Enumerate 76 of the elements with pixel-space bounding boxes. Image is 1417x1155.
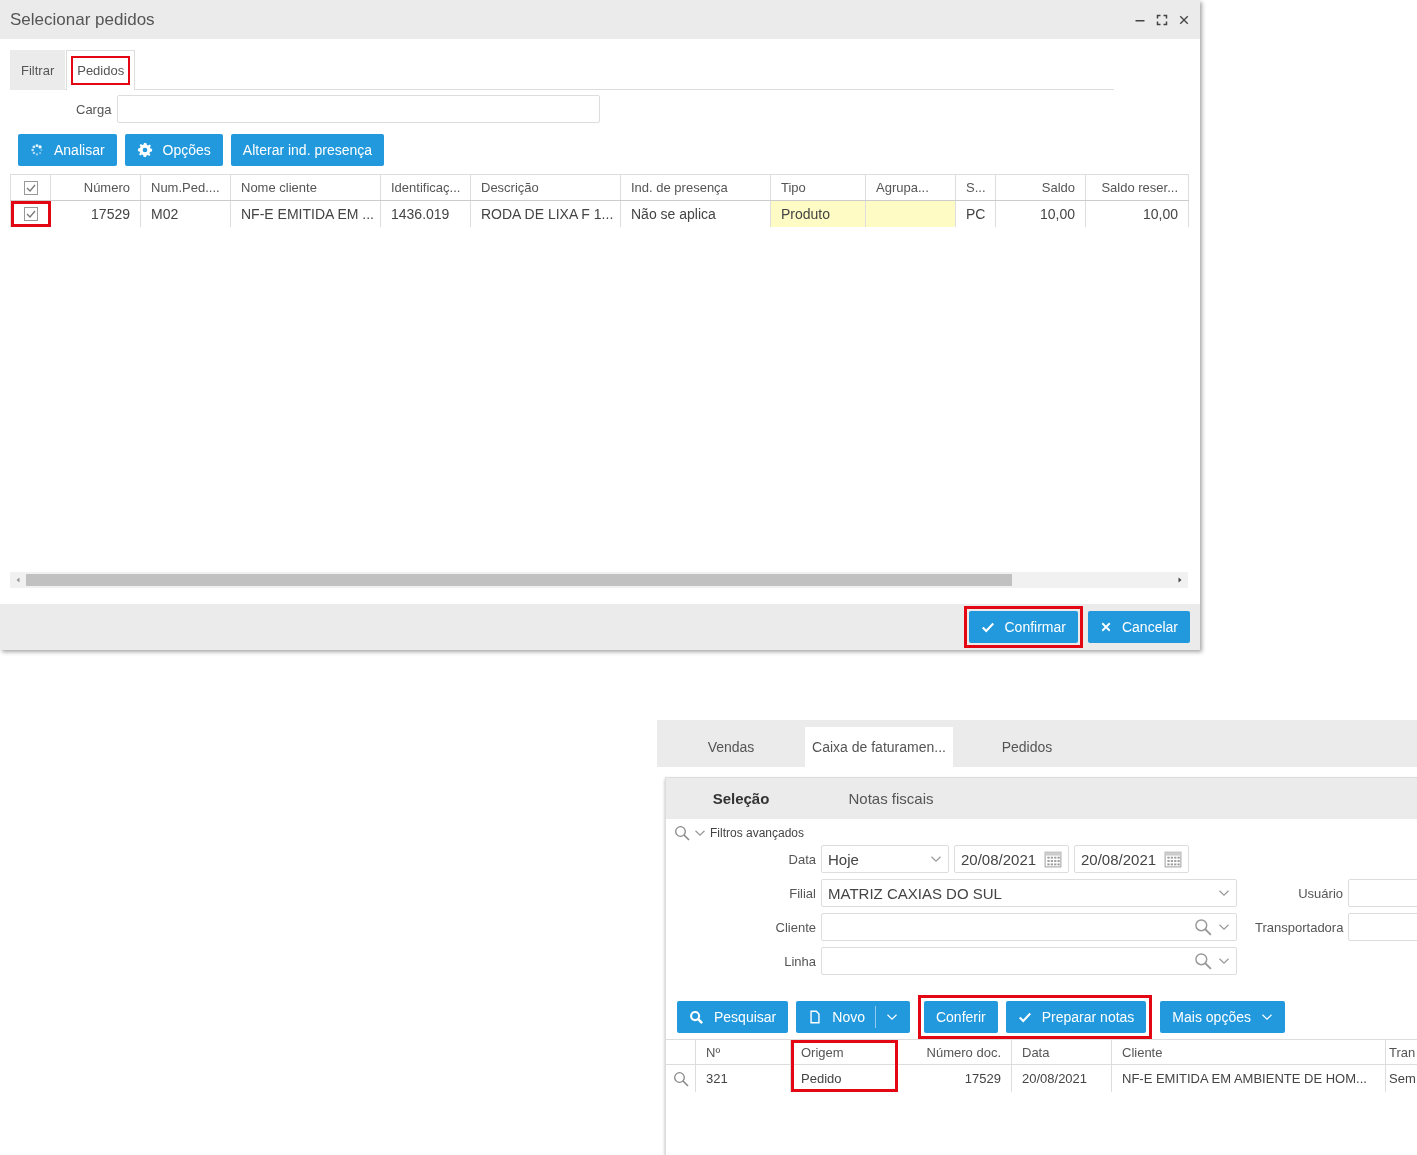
column-header[interactable]: Tran [1386, 1040, 1417, 1065]
table-cell: RODA DE LIXA F 1... [470, 200, 621, 227]
column-header[interactable]: Nº [696, 1040, 790, 1065]
table-cell: 10,00 [1085, 200, 1189, 227]
table-cell: M02 [140, 200, 231, 227]
tab[interactable]: Vendas [657, 727, 805, 767]
lookup-field[interactable] [821, 913, 1237, 941]
column-header[interactable]: Num.Ped.... [140, 174, 231, 201]
table-cell: 10,00 [995, 200, 1086, 227]
check-icon [980, 620, 995, 634]
document-icon [808, 1010, 823, 1024]
field-label: Filial [788, 885, 816, 901]
column-header[interactable]: Número [50, 174, 141, 201]
table-cell-text: Pedido [800, 1070, 843, 1088]
tab[interactable]: Pedidos [953, 727, 1101, 767]
column-header[interactable]: Agrupa... [865, 174, 956, 201]
table-cell: 17529 [50, 200, 141, 227]
calendar-icon [1164, 850, 1182, 868]
table-cell-text: Sem [1388, 1070, 1417, 1088]
column-header[interactable]: Descrição [470, 174, 621, 201]
select-field[interactable]: Hoje [821, 845, 949, 873]
check-icon [1017, 1010, 1032, 1024]
column-header[interactable]: Data [1012, 1040, 1111, 1065]
column-header[interactable]: Identificaç... [380, 174, 471, 201]
settings-icon [136, 142, 153, 158]
column-header[interactable]: Saldo reser... [1085, 174, 1189, 201]
search-icon [672, 1070, 689, 1087]
tab[interactable]: Caixa de faturamen... [805, 727, 953, 767]
column-header[interactable]: Origem [791, 1040, 897, 1065]
table-cell-text: 321 [705, 1070, 729, 1088]
search-icon [689, 1009, 704, 1025]
tab[interactable]: Pedidos [66, 50, 136, 90]
table-cell: Produto [770, 200, 866, 227]
column-header[interactable]: Saldo [995, 174, 1086, 201]
field-label: Data [787, 851, 816, 867]
close-icon[interactable] [1178, 13, 1190, 26]
tab[interactable]: Seleção [666, 789, 816, 808]
column-header[interactable]: Número doc. [898, 1040, 1011, 1065]
table-cell: NF-E EMITIDA EM ... [230, 200, 381, 227]
table-cell-text: 20/08/2021 [1021, 1070, 1089, 1088]
tab[interactable]: Filtrar [10, 50, 66, 90]
table-cell: PC [955, 200, 996, 227]
scroll-right-icon[interactable] [1176, 576, 1184, 584]
checkbox[interactable] [23, 180, 38, 195]
table-cell-text: 17529 [963, 1070, 1002, 1088]
search-icon [1194, 952, 1212, 970]
close-icon [1099, 621, 1112, 633]
date-field[interactable]: 20/08/2021 [1074, 845, 1189, 873]
date-field[interactable]: 20/08/2021 [954, 845, 1069, 873]
table-cell: 1436.019 [380, 200, 471, 227]
search-icon [674, 825, 690, 841]
column-header[interactable]: Cliente [1112, 1040, 1385, 1065]
input-field[interactable] [117, 95, 601, 123]
table-cell-text: NF-E EMITIDA EM AMBIENTE DE HOM... [1121, 1070, 1368, 1088]
field-label: Transportadora [1255, 919, 1343, 935]
maximize-icon[interactable] [1156, 13, 1168, 26]
field-label: Cliente [774, 919, 816, 935]
field-label: Carga [76, 101, 112, 117]
field-label: Linha [783, 953, 816, 969]
scroll-left-icon[interactable] [14, 576, 22, 584]
column-header[interactable]: Tipo [770, 174, 866, 201]
filter-toggle[interactable]: Filtros avançados [710, 826, 805, 840]
calendar-icon [1044, 850, 1062, 868]
tab[interactable]: Notas fiscais [816, 789, 966, 808]
column-header[interactable]: Nome cliente [230, 174, 381, 201]
select-field[interactable]: MATRIZ CAXIAS DO SUL [821, 879, 1237, 907]
spinner-icon [30, 143, 44, 157]
lookup-field[interactable] [821, 947, 1237, 975]
column-header[interactable]: Ind. de presença [620, 174, 771, 201]
window-title: Selecionar pedidos [10, 9, 155, 30]
column-header[interactable]: S... [955, 174, 996, 201]
horizontal-scrollbar[interactable] [10, 572, 1188, 588]
field-label: Usuário [1297, 885, 1343, 901]
search-icon [1194, 918, 1212, 936]
table-cell: Não se aplica [620, 200, 771, 227]
checkbox[interactable] [23, 206, 38, 221]
